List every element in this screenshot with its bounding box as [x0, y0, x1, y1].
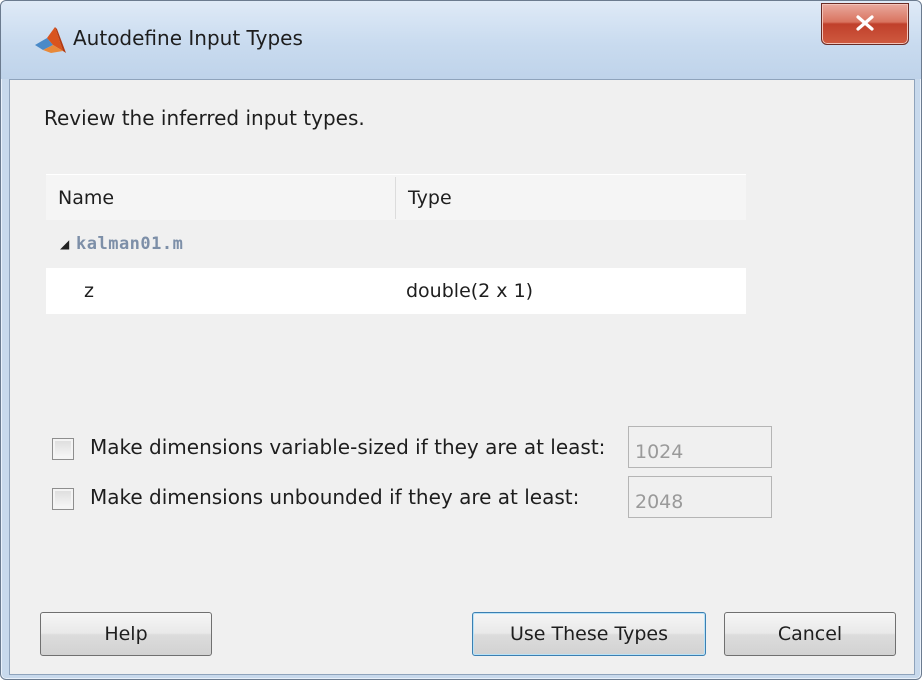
row-name-cell: z	[84, 280, 94, 302]
expanded-triangle-icon[interactable]: ◢	[60, 237, 69, 251]
variable-sized-label[interactable]: Make dimensions variable-sized if they a…	[90, 435, 605, 459]
unbounded-threshold-field[interactable]	[628, 476, 772, 518]
dialog-content: Review the inferred input types. Name Ty…	[9, 79, 915, 675]
group-label: kalman01.m	[76, 234, 184, 254]
matlab-logo-icon	[35, 27, 66, 53]
instruction-text: Review the inferred input types.	[44, 106, 365, 130]
variable-sized-option: Make dimensions variable-sized if they a…	[52, 426, 792, 472]
table-header: Name Type	[46, 174, 746, 221]
variable-sized-threshold-field[interactable]	[628, 426, 772, 468]
help-button[interactable]: Help	[40, 612, 212, 656]
column-separator[interactable]	[395, 177, 396, 219]
column-header-type[interactable]: Type	[408, 187, 452, 209]
column-header-name[interactable]: Name	[58, 187, 114, 209]
window-title: Autodefine Input Types	[73, 26, 303, 50]
unbounded-option: Make dimensions unbounded if they are at…	[52, 476, 792, 522]
group-row-kalman01[interactable]: ◢ kalman01.m	[46, 220, 746, 268]
use-these-types-button[interactable]: Use These Types	[472, 612, 706, 656]
close-button[interactable]	[821, 3, 909, 45]
unbounded-label[interactable]: Make dimensions unbounded if they are at…	[90, 485, 579, 509]
row-type-cell[interactable]: double(2 x 1)	[406, 280, 533, 302]
dialog-window: Autodefine Input Types Review the inferr…	[0, 0, 922, 680]
close-icon	[856, 15, 874, 31]
unbounded-checkbox[interactable]	[52, 488, 74, 510]
table-row[interactable]: z double(2 x 1)	[46, 268, 746, 314]
title-bar[interactable]: Autodefine Input Types	[1, 1, 921, 79]
cancel-button[interactable]: Cancel	[724, 612, 896, 656]
variable-sized-checkbox[interactable]	[52, 438, 74, 460]
